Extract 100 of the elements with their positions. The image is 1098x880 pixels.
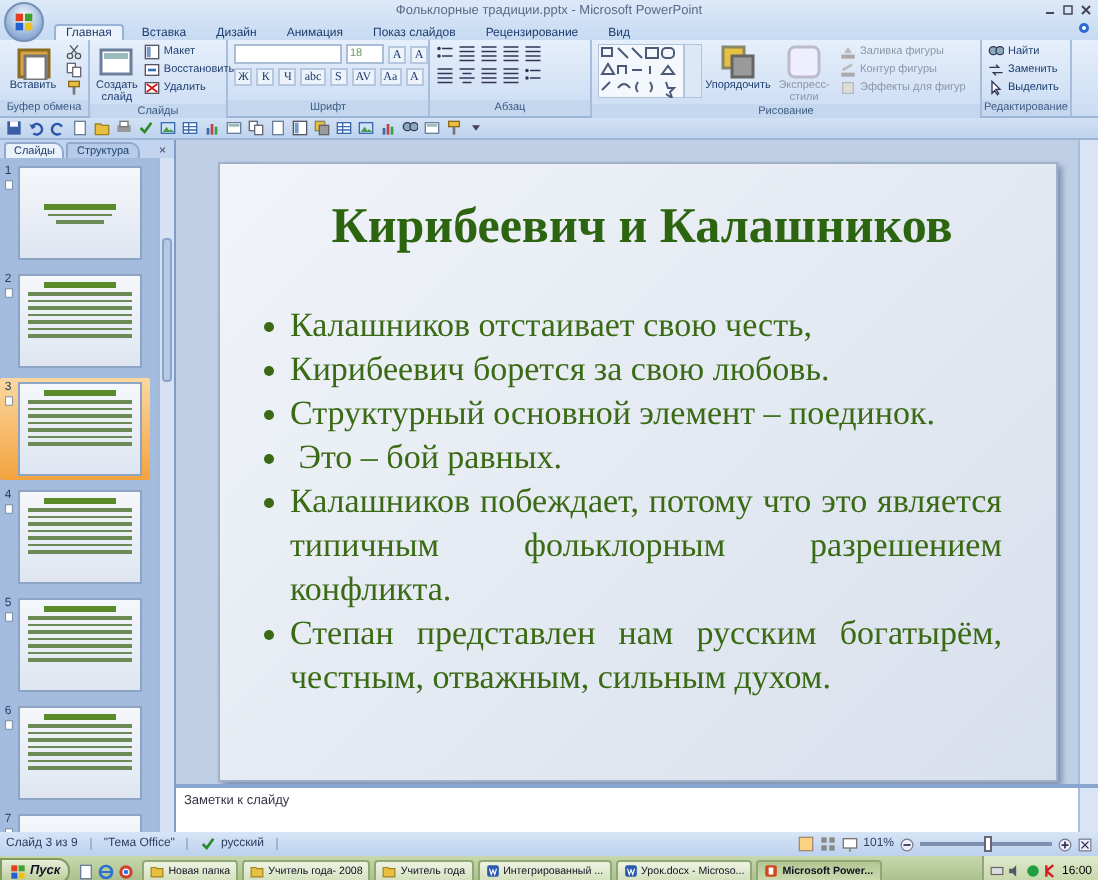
bullet-icon xyxy=(264,454,274,464)
picture-icon[interactable] xyxy=(358,120,374,136)
slide-thumbnail[interactable] xyxy=(18,382,142,476)
maximize-icon[interactable] xyxy=(1062,4,1074,16)
bullet-icon xyxy=(264,630,274,640)
slide-icon xyxy=(3,504,13,514)
binoculars-icon xyxy=(988,44,1004,60)
binoculars-icon[interactable] xyxy=(402,120,418,136)
align-center-icon[interactable] xyxy=(458,66,476,84)
zoom-in-icon[interactable] xyxy=(1058,837,1072,851)
folder-icon xyxy=(250,864,265,878)
picture-icon[interactable] xyxy=(160,120,176,136)
zoom-slider[interactable] xyxy=(984,836,993,852)
new-slide-icon xyxy=(98,44,135,80)
justify-icon[interactable] xyxy=(502,66,520,84)
document-icon[interactable] xyxy=(270,120,286,136)
delete-icon xyxy=(143,80,160,96)
bullet-text: Калашников побеждает, потому что это является типичным фольклорным разрешением конфликта. xyxy=(290,480,1002,612)
slide-thumbnail[interactable] xyxy=(18,598,142,692)
folder-icon xyxy=(382,864,397,878)
outline-icon xyxy=(840,62,856,78)
printer-icon[interactable] xyxy=(116,120,132,136)
arrange-icon xyxy=(720,44,756,80)
layout-icon[interactable] xyxy=(292,120,308,136)
bullet-text: Это – бой равных. xyxy=(296,436,565,480)
antivirus-icon[interactable] xyxy=(1043,864,1058,878)
bullet-text: Кирибеевич борется за свою любовь. xyxy=(290,348,832,392)
scrollbar[interactable] xyxy=(1078,788,1098,832)
normal-view-icon[interactable] xyxy=(797,836,814,852)
columns-icon[interactable] xyxy=(524,66,542,84)
bullet-text: Структурный основной элемент – поединок. xyxy=(290,392,938,436)
styles-icon xyxy=(786,44,822,80)
slideshow-icon[interactable] xyxy=(841,836,858,852)
sorter-view-icon[interactable] xyxy=(819,836,836,852)
bullet-icon xyxy=(264,366,274,376)
spelling-icon[interactable] xyxy=(200,836,217,852)
slide-icon[interactable] xyxy=(424,120,440,136)
speaker-icon[interactable] xyxy=(1007,864,1022,878)
slide-icon xyxy=(3,612,13,622)
cursor-icon xyxy=(988,80,1004,96)
desktop-icon[interactable] xyxy=(78,863,95,879)
slide-thumbnail[interactable] xyxy=(18,274,142,368)
fit-icon[interactable] xyxy=(1078,837,1092,851)
bullet-icon xyxy=(264,322,274,332)
windows-logo-icon xyxy=(10,863,26,879)
help-icon[interactable] xyxy=(1078,22,1090,34)
table-icon[interactable] xyxy=(336,120,352,136)
zoom-out-icon[interactable] xyxy=(900,837,914,851)
slide-icon xyxy=(3,180,13,190)
layout-icon xyxy=(143,44,160,60)
align-left-icon[interactable] xyxy=(436,66,454,84)
fill-icon xyxy=(840,44,856,60)
slide-thumbnail[interactable] xyxy=(18,490,142,584)
slide-thumbnail[interactable] xyxy=(18,706,142,800)
document-icon xyxy=(485,864,500,878)
indent-icon[interactable] xyxy=(480,44,498,62)
new-document-icon[interactable] xyxy=(72,120,88,136)
browser-icon[interactable] xyxy=(118,863,135,879)
office-logo-icon xyxy=(14,12,34,32)
save-icon[interactable] xyxy=(6,120,22,136)
browser-icon[interactable] xyxy=(98,863,115,879)
undo-icon[interactable] xyxy=(28,120,44,136)
shapes-gallery[interactable] xyxy=(598,44,702,98)
close-icon[interactable] xyxy=(1080,4,1092,16)
chart-icon[interactable] xyxy=(380,120,396,136)
line-spacing-icon[interactable] xyxy=(524,44,542,62)
align-right-icon[interactable] xyxy=(480,66,498,84)
bullet-icon xyxy=(264,410,274,420)
office-button[interactable] xyxy=(4,2,44,42)
scrollbar[interactable] xyxy=(158,158,174,832)
document-icon xyxy=(623,864,638,878)
format-painter-icon[interactable] xyxy=(66,80,82,96)
presentation-icon xyxy=(764,864,779,878)
slide-title: Кирибеевич и Калашников xyxy=(329,200,955,256)
effects-icon xyxy=(840,80,856,96)
brush-icon[interactable] xyxy=(446,120,462,136)
scrollbar[interactable] xyxy=(1078,140,1098,784)
copy-icon[interactable] xyxy=(248,120,264,136)
folder-icon xyxy=(150,864,165,878)
redo-icon[interactable] xyxy=(50,120,66,136)
font-name-field[interactable] xyxy=(234,44,342,64)
spelling-icon[interactable] xyxy=(138,120,154,136)
bullet-text: Степан представлен нам русским богатырём, честным, отважным, сильным духом. xyxy=(290,612,1002,700)
network-icon[interactable] xyxy=(1025,864,1040,878)
slide-icon[interactable] xyxy=(226,120,242,136)
numbering-icon[interactable] xyxy=(458,44,476,62)
slide-icon xyxy=(3,288,13,298)
cut-icon[interactable] xyxy=(66,44,82,60)
bullet-text: Калашников отстаивает свою честь, xyxy=(290,304,815,348)
chart-icon[interactable] xyxy=(204,120,220,136)
slide-icon xyxy=(3,720,13,730)
replace-icon xyxy=(988,62,1004,78)
slide-thumbnail[interactable] xyxy=(18,166,142,260)
keyboard-icon[interactable] xyxy=(989,864,1004,878)
bullets-icon[interactable] xyxy=(436,44,454,62)
outdent-icon[interactable] xyxy=(502,44,520,62)
copy-icon[interactable] xyxy=(66,62,82,78)
table-icon[interactable] xyxy=(182,120,198,136)
arrange-icon[interactable] xyxy=(314,120,330,136)
reset-icon xyxy=(143,62,160,78)
